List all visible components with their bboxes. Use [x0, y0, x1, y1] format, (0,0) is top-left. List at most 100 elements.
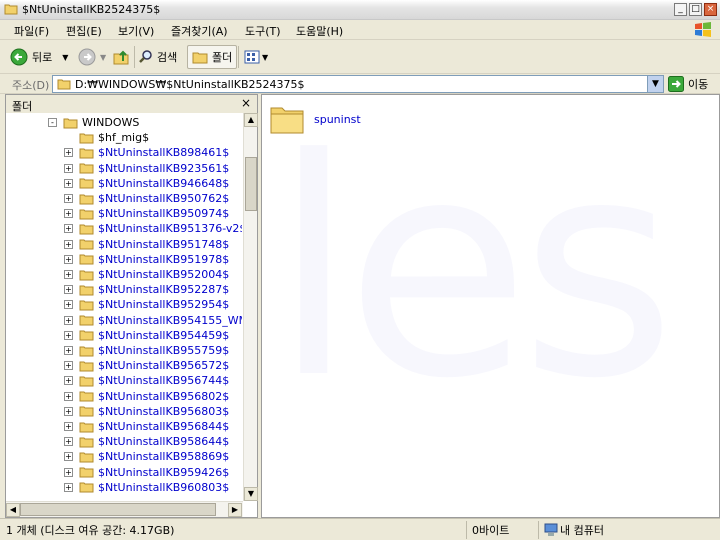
- toolbar-separator: [238, 46, 239, 68]
- expand-icon[interactable]: +: [64, 406, 73, 416]
- tree-item-label: $hf_mig$: [98, 131, 150, 145]
- tree-item[interactable]: + $NtUninstallKB950762$: [64, 191, 229, 206]
- tree-item[interactable]: + $NtUninstallKB959426$: [64, 465, 229, 480]
- tree-item[interactable]: + $NtUninstallKB952954$: [64, 297, 229, 312]
- folder-icon: [79, 467, 94, 478]
- search-button[interactable]: 검색: [138, 45, 177, 69]
- tree-item[interactable]: + $NtUninstallKB951748$: [64, 237, 229, 252]
- tree-item[interactable]: + $NtUninstallKB956803$: [64, 404, 229, 419]
- expand-icon[interactable]: +: [64, 194, 73, 203]
- scroll-thumb[interactable]: [20, 503, 216, 516]
- content-pane[interactable]: les spuninst: [261, 94, 720, 518]
- expand-icon[interactable]: +: [64, 254, 73, 264]
- expand-icon[interactable]: +: [64, 178, 73, 188]
- expand-icon[interactable]: +: [64, 330, 73, 340]
- toolbar-separator: [134, 46, 135, 68]
- file-label: spuninst: [314, 112, 361, 126]
- expand-icon[interactable]: +: [64, 482, 73, 492]
- folder-pane: 폴더 × - WINDOWS $hf_mig$ + $NtUninstallKB8984…: [5, 94, 258, 518]
- expand-icon[interactable]: +: [64, 239, 73, 249]
- expand-icon[interactable]: +: [64, 391, 73, 401]
- expand-icon[interactable]: +: [64, 361, 73, 371]
- scroll-down-icon[interactable]: ▼: [244, 487, 258, 501]
- back-button[interactable]: 뒤로 ▼: [10, 45, 68, 69]
- folder-tree[interactable]: - WINDOWS $hf_mig$ + $NtUninstallKB898461$ + $…: [6, 113, 242, 501]
- menu-edit[interactable]: 편집(E): [66, 23, 102, 39]
- tree-item-label: $NtUninstallKB951376-v2$: [98, 222, 242, 236]
- folder-icon: [79, 148, 94, 159]
- tree-item[interactable]: + $NtUninstallKB950974$: [64, 206, 229, 221]
- views-button[interactable]: ▼: [244, 45, 268, 69]
- menu-view[interactable]: 보기(V): [118, 23, 154, 39]
- tree-item[interactable]: + $NtUninstallKB951978$: [64, 252, 229, 267]
- expand-icon[interactable]: +: [64, 376, 73, 386]
- folders-button[interactable]: 폴더: [187, 45, 238, 69]
- expand-icon[interactable]: +: [64, 315, 73, 325]
- tree-item-label: $NtUninstallKB956572$: [98, 359, 230, 373]
- tree-item[interactable]: + $NtUninstallKB946648$: [64, 176, 229, 191]
- expand-icon[interactable]: +: [64, 452, 73, 462]
- expand-icon[interactable]: +: [64, 467, 73, 477]
- back-dropdown-icon[interactable]: ▼: [62, 53, 68, 62]
- vertical-scrollbar[interactable]: ▲ ▼: [243, 113, 258, 501]
- tree-item[interactable]: $hf_mig$: [64, 130, 149, 145]
- folder-icon: [79, 224, 94, 235]
- folder-icon: [79, 133, 94, 144]
- expand-icon[interactable]: +: [64, 209, 73, 219]
- menu-favorites[interactable]: 즐겨찾기(A): [171, 23, 228, 39]
- views-dropdown-icon[interactable]: ▼: [262, 53, 268, 62]
- expand-icon[interactable]: +: [64, 285, 73, 295]
- minimize-button[interactable]: _: [674, 3, 687, 16]
- tree-item[interactable]: + $NtUninstallKB951376-v2$: [64, 221, 242, 236]
- tree-item-label: $NtUninstallKB946648$: [98, 176, 230, 190]
- scroll-right-icon[interactable]: ▶: [228, 503, 242, 517]
- forward-button[interactable]: ▼: [78, 45, 106, 69]
- tree-item[interactable]: + $NtUninstallKB954155_WM9$: [64, 313, 242, 328]
- expand-icon[interactable]: +: [64, 437, 73, 447]
- tree-item-label: $NtUninstallKB954155_WM9$: [98, 313, 242, 327]
- file-item[interactable]: spuninst: [270, 103, 361, 135]
- collapse-icon[interactable]: -: [48, 118, 57, 127]
- expand-icon[interactable]: +: [64, 148, 73, 158]
- horizontal-scrollbar[interactable]: ◀ ▶: [6, 501, 243, 517]
- expand-icon[interactable]: +: [64, 422, 73, 431]
- tree-item[interactable]: + $NtUninstallKB955759$: [64, 343, 229, 358]
- scroll-thumb[interactable]: [245, 157, 257, 211]
- menu-file[interactable]: 파일(F): [14, 23, 49, 39]
- folder-icon: [79, 300, 94, 311]
- tree-item[interactable]: + $NtUninstallKB954459$: [64, 328, 229, 343]
- title-bar[interactable]: $NtUninstallKB2524375$ _ □ ×: [0, 0, 720, 20]
- forward-dropdown-icon[interactable]: ▼: [100, 53, 106, 62]
- tree-item[interactable]: + $NtUninstallKB956744$: [64, 373, 229, 388]
- expand-icon[interactable]: +: [64, 224, 73, 234]
- address-dropdown-icon[interactable]: ▼: [647, 76, 663, 92]
- tree-item[interactable]: + $NtUninstallKB960803$: [64, 480, 229, 495]
- expand-icon[interactable]: +: [64, 270, 73, 279]
- tree-item-label: $NtUninstallKB898461$: [98, 146, 230, 160]
- menu-help[interactable]: 도움말(H): [296, 23, 343, 39]
- close-pane-icon[interactable]: ×: [241, 96, 251, 110]
- scroll-up-icon[interactable]: ▲: [244, 113, 258, 127]
- go-button[interactable]: 이동: [668, 76, 708, 92]
- maximize-button[interactable]: □: [689, 3, 702, 16]
- tree-item-label: $NtUninstallKB955759$: [98, 344, 230, 357]
- tree-item[interactable]: + $NtUninstallKB958644$: [64, 434, 229, 449]
- menu-tools[interactable]: 도구(T): [245, 23, 281, 39]
- address-input[interactable]: D:₩WINDOWS₩$NtUninstallKB2524375$ ▼: [52, 75, 664, 93]
- expand-icon[interactable]: +: [64, 346, 73, 355]
- close-button[interactable]: ×: [704, 3, 717, 16]
- tree-item[interactable]: + $NtUninstallKB956802$: [64, 389, 229, 404]
- expand-icon[interactable]: +: [64, 163, 73, 173]
- tree-item[interactable]: + $NtUninstallKB956844$: [64, 419, 229, 434]
- up-folder-button[interactable]: [112, 45, 130, 69]
- tree-item[interactable]: + $NtUninstallKB952287$: [64, 282, 229, 297]
- tree-item[interactable]: + $NtUninstallKB956572$: [64, 358, 229, 373]
- status-location: 내 컴퓨터: [560, 524, 604, 537]
- tree-item[interactable]: + $NtUninstallKB958869$: [64, 449, 229, 464]
- scroll-left-icon[interactable]: ◀: [6, 503, 20, 517]
- tree-item[interactable]: - WINDOWS: [48, 115, 139, 130]
- tree-item[interactable]: + $NtUninstallKB923561$: [64, 161, 229, 176]
- expand-icon[interactable]: +: [64, 300, 73, 310]
- tree-item[interactable]: + $NtUninstallKB952004$: [64, 267, 229, 282]
- tree-item[interactable]: + $NtUninstallKB898461$: [64, 145, 229, 160]
